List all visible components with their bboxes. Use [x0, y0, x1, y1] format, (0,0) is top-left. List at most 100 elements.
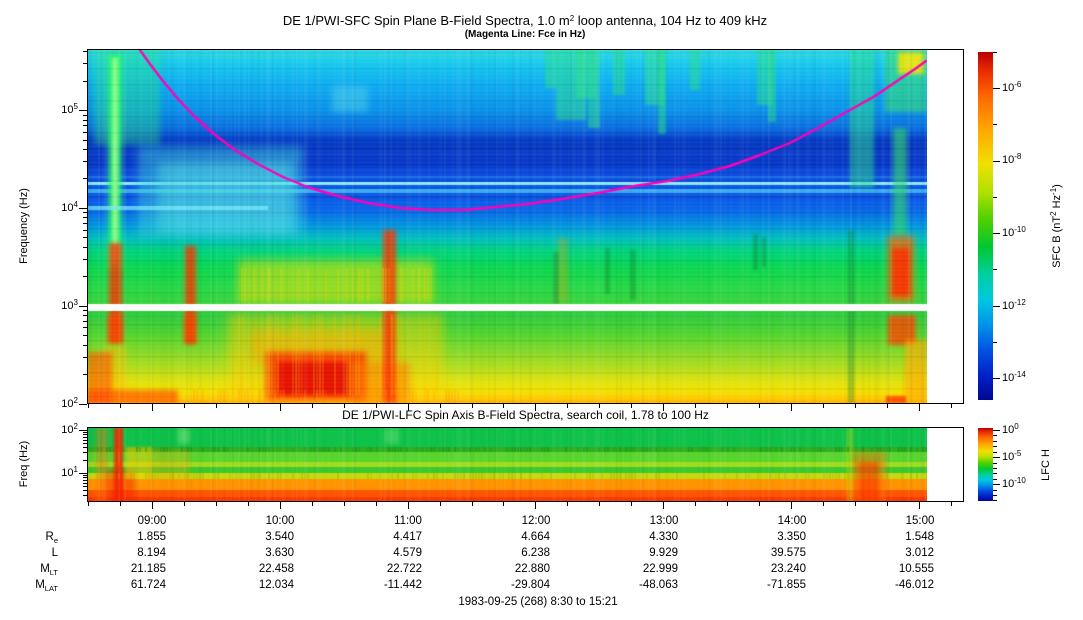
axis-tick — [83, 432, 87, 433]
axis-tick — [83, 217, 87, 218]
axis-tick — [993, 124, 997, 125]
ephemeris-value: 4.417 — [393, 531, 422, 543]
axis-tick — [376, 404, 377, 408]
colorbar-label: 10-12 — [1002, 298, 1042, 312]
axis-tick — [83, 460, 87, 461]
axis-tick — [83, 230, 87, 231]
ephemeris-label-base: M — [40, 563, 50, 575]
axis-tick — [951, 502, 952, 506]
axis-tick — [993, 495, 997, 496]
axis-tick — [791, 502, 792, 509]
axis-tick — [83, 125, 87, 126]
axis-tick — [408, 404, 409, 411]
exp-sup: 2 — [73, 396, 78, 405]
page-title: DE 1/PWI-SFC Spin Plane B-Field Spectra,… — [60, 13, 990, 28]
axis-tick — [472, 502, 473, 506]
axis-tick — [88, 404, 89, 408]
axis-tick — [280, 502, 281, 509]
ephemeris-value: 22.999 — [642, 563, 678, 575]
ephemeris-row-label: Re — [8, 531, 58, 545]
axis-tick — [83, 321, 87, 322]
time-axis-label: 10:00 — [265, 515, 295, 527]
axis-tick — [791, 404, 792, 411]
axis-tick — [695, 404, 696, 408]
axis-tick — [993, 435, 997, 436]
colorbar-label: 10-14 — [1002, 370, 1042, 384]
time-axis-label: 12:00 — [521, 515, 551, 527]
axis-tick — [993, 446, 997, 447]
ephemeris-label-base: L — [51, 547, 58, 559]
axis-tick — [312, 502, 313, 506]
freq-axis-title: Frequency (Hz) — [18, 188, 30, 264]
axis-tick — [919, 404, 920, 411]
ephemeris-value: -46.012 — [894, 579, 934, 591]
axis-tick — [83, 120, 87, 121]
title-segment: -1 — [1049, 187, 1058, 195]
exp-sup: -10 — [1014, 225, 1026, 234]
freq-axis-title: Freq (Hz) — [18, 440, 30, 488]
axis-tick — [727, 404, 728, 408]
axis-tick — [599, 502, 600, 506]
axis-tick — [567, 404, 568, 408]
axis-tick — [83, 335, 87, 336]
exp-base: 10 — [61, 104, 74, 116]
colorbar-label: 10-5 — [1002, 449, 1042, 463]
axis-tick — [83, 437, 87, 438]
axis-tick — [727, 502, 728, 506]
axis-tick — [855, 502, 856, 506]
ephemeris-value: 61.724 — [130, 579, 166, 591]
lfc-colorbar — [978, 428, 993, 501]
exp-base: 10 — [1002, 154, 1015, 166]
axis-tick — [79, 404, 87, 405]
axis-tick — [152, 502, 153, 509]
exp-sup: -10 — [1014, 476, 1026, 485]
exp-base: 10 — [61, 467, 74, 479]
axis-tick — [993, 441, 997, 442]
axis-tick — [993, 197, 997, 198]
axis-tick — [83, 490, 87, 491]
axis-tick — [993, 479, 997, 480]
freq-axis-label: 102 — [38, 422, 78, 436]
axis-tick — [663, 502, 664, 509]
axis-tick — [83, 357, 87, 358]
ephemeris-value: 22.880 — [514, 563, 550, 575]
ephemeris-value: 9.929 — [649, 547, 678, 559]
time-axis-label: 13:00 — [649, 515, 679, 527]
axis-tick — [887, 502, 888, 506]
axis-tick — [83, 81, 87, 82]
ephemeris-row-label: MLAT — [8, 579, 58, 593]
axis-tick — [216, 404, 217, 408]
axis-tick — [248, 404, 249, 408]
time-axis-label: 15:00 — [905, 515, 935, 527]
ephemeris-value: -29.804 — [510, 579, 550, 591]
ephemeris-value: 3.012 — [905, 547, 934, 559]
axis-tick — [184, 404, 185, 408]
axis-tick — [83, 483, 87, 484]
axis-tick — [83, 486, 87, 487]
axis-tick — [993, 52, 997, 53]
axis-tick — [83, 237, 87, 238]
title-segment: ) — [1051, 184, 1063, 188]
axis-tick — [599, 404, 600, 408]
axis-tick — [79, 430, 87, 431]
axis-tick — [83, 480, 87, 481]
ephemeris-value: 23.240 — [770, 563, 806, 575]
ephemeris-value: 22.458 — [258, 563, 294, 575]
exp-sup: -8 — [1014, 152, 1022, 161]
ephemeris-value: 1.548 — [905, 531, 934, 543]
ephemeris-label-base: M — [35, 579, 45, 591]
axis-tick — [83, 440, 87, 441]
axis-tick — [535, 404, 536, 411]
freq-axis-label: 102 — [38, 396, 78, 410]
axis-tick — [951, 404, 952, 408]
axis-tick — [83, 495, 87, 496]
exp-sup: -12 — [1014, 298, 1026, 307]
axis-tick — [344, 404, 345, 408]
axis-tick — [993, 463, 997, 464]
axis-tick — [184, 502, 185, 506]
axis-tick — [993, 88, 1000, 89]
axis-tick — [120, 502, 121, 506]
axis-tick — [376, 502, 377, 506]
ephemeris-value: 12.034 — [258, 579, 294, 591]
time-axis-label: 14:00 — [777, 515, 807, 527]
